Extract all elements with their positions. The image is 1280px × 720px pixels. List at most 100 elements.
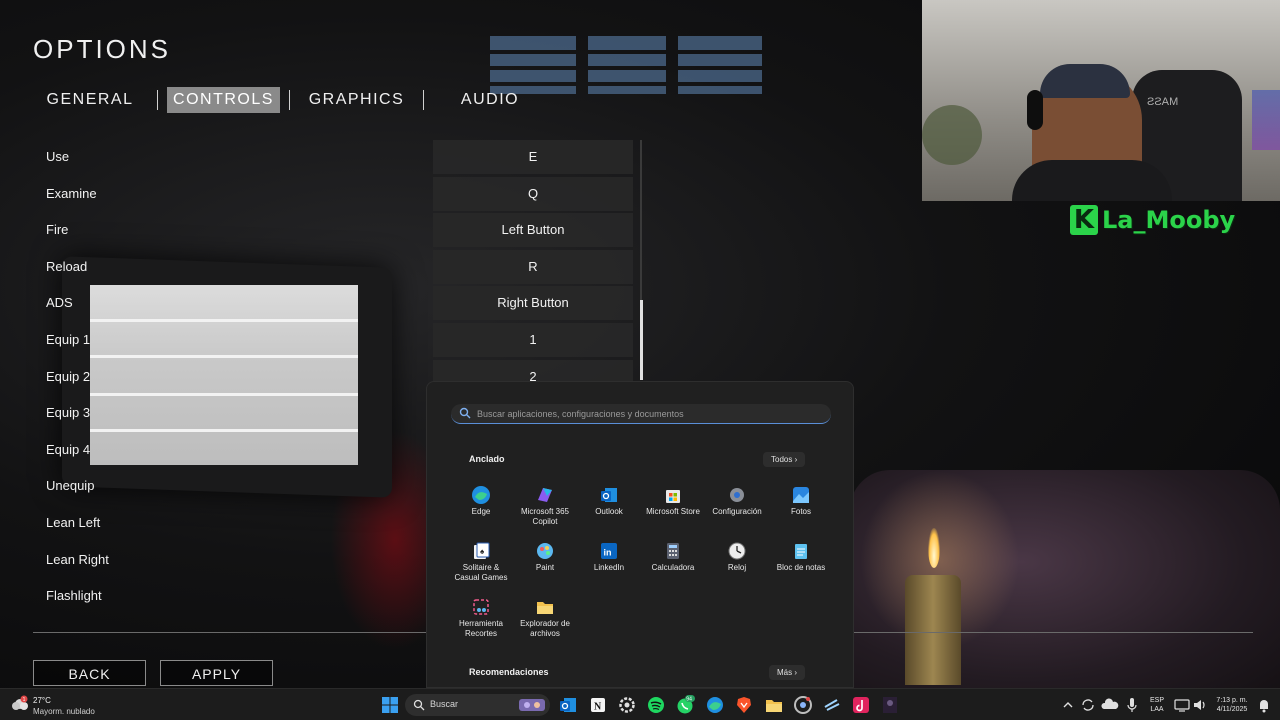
clock-widget[interactable]: 7:13 p. m. 4/11/2025 (1210, 696, 1254, 714)
notion-icon[interactable]: N (588, 695, 608, 715)
photos-icon (793, 487, 809, 503)
start-search-box[interactable] (451, 404, 831, 424)
chrome-icon[interactable] (793, 695, 813, 715)
tab-separator (289, 90, 290, 110)
app-label: Microsoft 365 Copilot (520, 507, 570, 526)
notification-bell-icon[interactable] (1254, 695, 1274, 715)
binding-label-use: Use (46, 149, 70, 164)
binding-label-equip-4: Equip 4 (46, 442, 91, 457)
clock-icon (728, 542, 746, 560)
game-app-icon[interactable] (880, 695, 900, 715)
microphone-icon[interactable] (1122, 695, 1142, 715)
candle-flame (928, 528, 940, 568)
kick-logo-icon: K (1070, 205, 1098, 235)
app-settings[interactable]: Configuración (705, 485, 769, 517)
more-label: Más (777, 668, 793, 677)
binding-label-examine: Examine (46, 186, 97, 201)
binding-scroll-thumb[interactable] (640, 300, 643, 380)
solitaire-icon: ♠ (474, 542, 490, 559)
pinned-title: Anclado (469, 454, 505, 464)
all-apps-button[interactable]: Todos › (763, 452, 806, 467)
webcam-overlay: MASS (922, 0, 1280, 201)
volume-icon[interactable] (1190, 695, 1210, 715)
all-apps-label: Todos (771, 455, 793, 464)
cap (1040, 64, 1130, 98)
language-code: ESP (1149, 697, 1164, 704)
taskbar-search[interactable]: Buscar (405, 694, 550, 716)
tab-controls[interactable]: CONTROLS (167, 87, 280, 113)
spotify-icon[interactable] (646, 695, 666, 715)
app-linkedin[interactable]: in LinkedIn (577, 541, 641, 573)
rgb-light (1252, 90, 1280, 150)
app-photos[interactable]: Fotos (769, 485, 833, 517)
weather-widget[interactable]: 1 27°C Mayorm. nublado (10, 693, 120, 717)
edge-icon[interactable] (705, 695, 725, 715)
search-icon (413, 699, 425, 711)
snipping-icon (473, 599, 489, 615)
binding-label-lean-right: Lean Right (46, 552, 109, 567)
onedrive-cloud-icon[interactable] (1100, 695, 1120, 715)
app-clock[interactable]: Reloj (705, 541, 769, 573)
settings-gear-icon[interactable] (617, 695, 637, 715)
tab-general[interactable]: GENERAL (33, 87, 147, 113)
notepad-icon (795, 544, 807, 559)
sync-icon[interactable] (1078, 695, 1098, 715)
app-label: Outlook (595, 507, 623, 516)
tiktok-icon[interactable] (851, 695, 871, 715)
tv-screen (90, 285, 358, 465)
binding-key-fire[interactable]: Left Button (433, 213, 633, 247)
binding-label-unequip: Unequip (46, 478, 95, 493)
language-indicator[interactable]: ESP LAA (1146, 696, 1168, 714)
binding-key-use[interactable]: E (433, 140, 633, 174)
binding-key-reload[interactable]: R (433, 250, 633, 284)
tab-audio[interactable]: AUDIO (433, 87, 547, 113)
clock-date: 4/11/2025 (1216, 706, 1248, 713)
outlook-icon[interactable] (558, 695, 578, 715)
binding-key-equip-1[interactable]: 1 (433, 323, 633, 357)
calculator-icon (667, 543, 679, 559)
app-calculator[interactable]: Calculadora (641, 541, 705, 573)
app-label: LinkedIn (593, 563, 625, 572)
chevron-right-icon: › (794, 455, 798, 464)
app-paint[interactable]: Paint (513, 541, 577, 573)
app-copilot[interactable]: Microsoft 365 Copilot (513, 485, 577, 527)
whatsapp-icon[interactable]: 94 (675, 695, 695, 715)
steam-icon[interactable] (822, 695, 842, 715)
binding-label-equip-3: Equip 3 (46, 405, 91, 420)
network-icon[interactable] (1172, 695, 1192, 715)
tab-graphics[interactable]: GRAPHICS (299, 87, 414, 113)
app-solitaire[interactable]: ♠ Solitaire & Casual Games (449, 541, 513, 583)
app-snipping-tool[interactable]: Herramienta Recortes (449, 597, 513, 639)
app-label: Microsoft Store (646, 507, 700, 516)
more-button[interactable]: Más › (769, 665, 806, 680)
tab-separator (157, 90, 158, 110)
app-edge[interactable]: Edge (449, 485, 513, 517)
weather-badge: 1 (23, 697, 26, 703)
chevron-up-icon[interactable] (1058, 695, 1078, 715)
candle (905, 575, 961, 685)
whatsapp-badge: 94 (686, 697, 692, 703)
back-button[interactable]: BACK (33, 660, 146, 686)
app-file-explorer[interactable]: Explorador de archivos (513, 597, 577, 639)
app-label: Configuración (712, 507, 762, 516)
svg-text:in: in (604, 548, 612, 558)
binding-key-ads[interactable]: Right Button (433, 286, 633, 320)
shirt (1012, 160, 1172, 201)
start-search-input[interactable] (477, 404, 817, 424)
binding-label-flashlight: Flashlight (46, 588, 102, 603)
windows-start-icon[interactable] (380, 695, 400, 715)
app-outlook[interactable]: Outlook (577, 485, 641, 517)
apply-button[interactable]: APPLY (160, 660, 273, 686)
app-label: Paint (535, 563, 555, 572)
binding-key-examine[interactable]: Q (433, 177, 633, 211)
brave-icon[interactable] (734, 695, 754, 715)
binding-label-lean-left: Lean Left (46, 515, 101, 530)
linkedin-icon: in (601, 543, 617, 559)
file-explorer-icon[interactable] (764, 695, 784, 715)
app-label: Calculadora (651, 563, 695, 572)
app-store[interactable]: Microsoft Store (641, 485, 705, 517)
chevron-right-icon: › (794, 668, 798, 677)
app-notepad[interactable]: Bloc de notas (769, 541, 833, 573)
paint-icon (537, 543, 553, 559)
clock-time: 7:13 p. m. (1216, 697, 1248, 704)
